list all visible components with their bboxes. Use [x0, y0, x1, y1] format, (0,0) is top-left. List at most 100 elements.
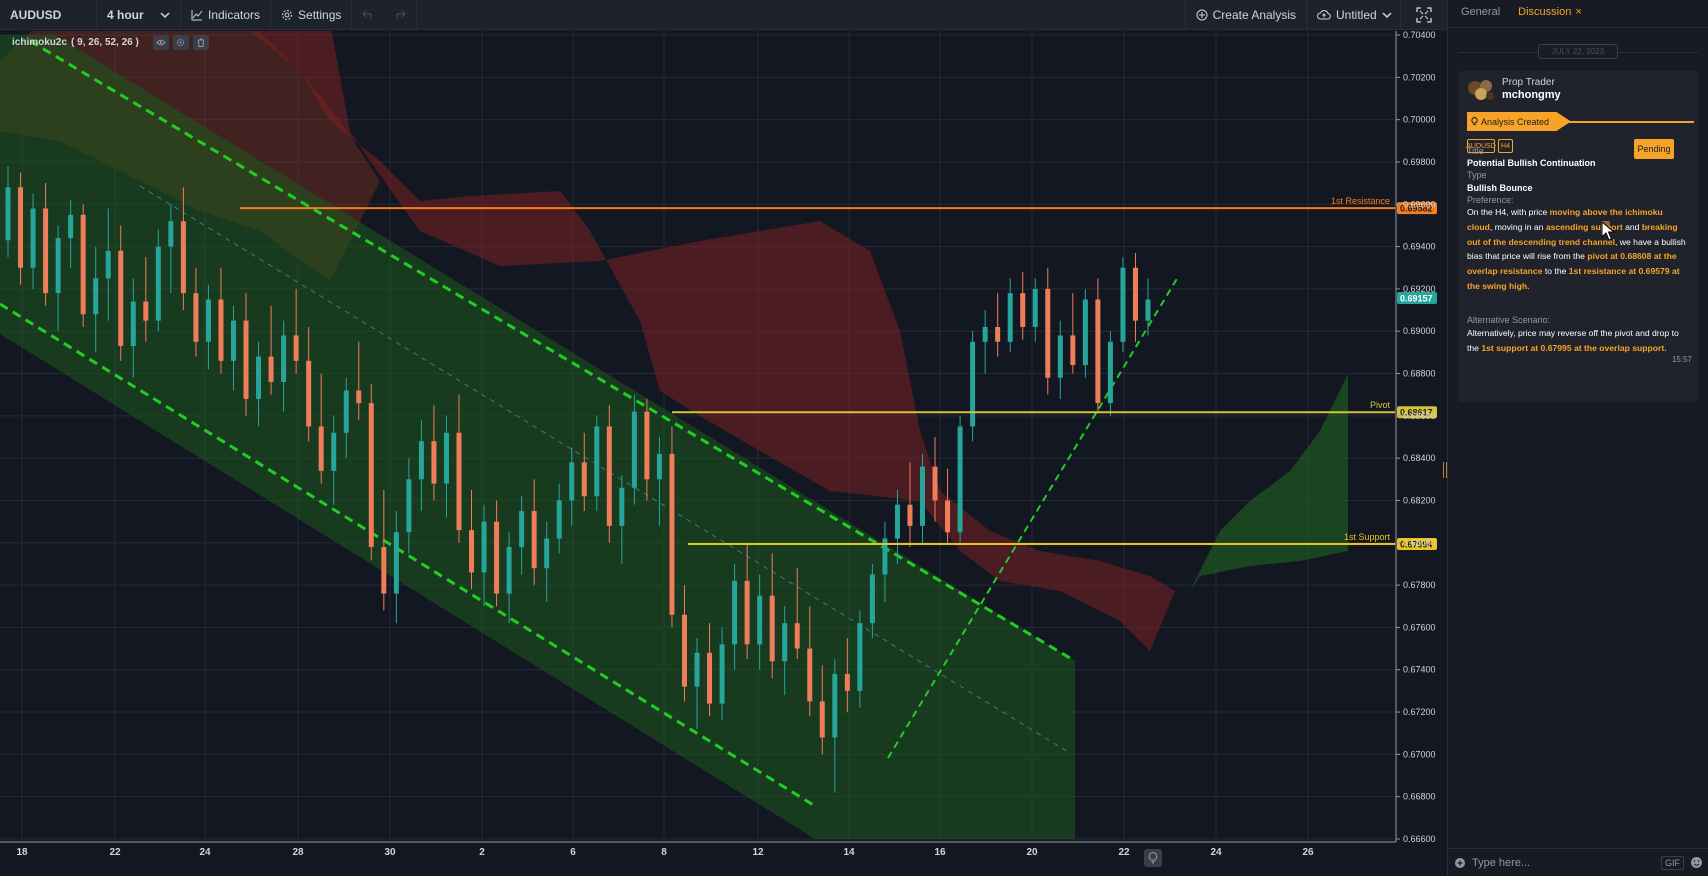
candle-body [1032, 288, 1038, 327]
y-tick-label: 0.70200 [1403, 72, 1436, 82]
candle-body [819, 701, 825, 738]
candle-body [105, 250, 111, 279]
y-tick-label: 0.70000 [1403, 115, 1436, 125]
trading-app: AUDUSD 4 hour Indicators Settings Create… [0, 0, 1708, 876]
candle-body [869, 574, 875, 624]
panel-tabs: General Discussion × [1448, 0, 1708, 28]
candle-body [368, 403, 374, 548]
candle-body [556, 500, 562, 539]
candle-body [1132, 267, 1138, 321]
candle-body [832, 673, 838, 738]
gif-button[interactable]: GIF [1661, 855, 1684, 870]
preference-part-2: , moving in an [1489, 221, 1546, 232]
candle-body [631, 411, 637, 488]
candle-body [406, 479, 412, 533]
analysis-message: Prop Trader mchongmy Analysis Created AU… [1458, 71, 1698, 402]
x-tick-label: 18 [16, 847, 28, 858]
lightbulb-icon [1471, 117, 1478, 126]
y-tick-label: 0.69200 [1403, 284, 1436, 294]
add-attachment-icon[interactable] [1454, 857, 1466, 869]
alternative-highlight-1: 1st support at 0.67995 at the overlap su… [1481, 342, 1667, 353]
indicator-params: ( 9, 26, 52, 26 ) [71, 37, 139, 48]
level-label: 1st Support [1344, 532, 1391, 542]
indicators-button[interactable]: Indicators [181, 0, 272, 30]
candle [1020, 271, 1026, 340]
x-tick-label: 2 [479, 847, 485, 858]
message-input[interactable] [1472, 856, 1655, 869]
undo-button[interactable] [352, 0, 384, 30]
candle-body [143, 301, 149, 321]
candle-body [1020, 293, 1026, 327]
x-tick-label: 14 [843, 847, 855, 858]
line-chart-icon [191, 9, 203, 21]
y-tick-label: 0.67200 [1403, 707, 1436, 717]
layout-selector[interactable]: Untitled [1307, 0, 1401, 30]
type-label: Type [1467, 170, 1487, 180]
preference-part-3: and [1622, 221, 1642, 232]
event-label: Analysis Created [1481, 116, 1550, 127]
emoji-icon[interactable] [1690, 856, 1703, 869]
candle-body [719, 644, 725, 704]
candle [1145, 278, 1151, 336]
price-chart[interactable]: 1st Resistance0.69582Pivot0.686171st Sup… [0, 31, 1447, 876]
author-name[interactable]: mchongmy [1502, 89, 1561, 101]
candle-body [1045, 288, 1051, 378]
candle-body [431, 441, 437, 484]
x-tick-label: 30 [384, 847, 396, 858]
redo-button[interactable] [384, 0, 418, 30]
candle-body [769, 595, 775, 662]
candle-body [782, 623, 788, 662]
candle-body [544, 538, 550, 569]
trash-icon[interactable] [192, 35, 209, 50]
settings-label: Settings [298, 7, 342, 22]
symbol-selector[interactable]: AUDUSD [0, 0, 97, 30]
candle-body [281, 335, 287, 382]
candle [1132, 252, 1138, 342]
symbol-label: AUDUSD [10, 7, 62, 22]
candle-body [331, 432, 337, 471]
candle-body [30, 208, 36, 268]
right-panel: General Discussion × JULY 22, 2023 Prop T… [1447, 0, 1708, 876]
timeframe-tag: H4 [1498, 139, 1513, 153]
candle-body [243, 320, 249, 399]
candle-body [130, 301, 136, 347]
settings-button[interactable]: Settings [271, 0, 353, 30]
candle [1007, 278, 1013, 353]
level-label: Pivot [1370, 400, 1391, 410]
tab-discussion[interactable]: Discussion × [1518, 6, 1582, 27]
preference-part-5: to the [1542, 266, 1569, 277]
candle [1057, 320, 1063, 399]
create-analysis-button[interactable]: Create Analysis [1186, 0, 1307, 30]
top-toolbar: AUDUSD 4 hour Indicators Settings Create… [0, 0, 1447, 30]
candle [1107, 331, 1113, 416]
interval-selector[interactable]: 4 hour [97, 0, 181, 30]
candle-body [343, 390, 349, 433]
candle-body [744, 580, 750, 645]
eye-icon[interactable] [152, 35, 169, 50]
candle-body [757, 595, 763, 645]
candle-body [807, 648, 813, 702]
preference-text: On the H4, with price moving above the i… [1467, 205, 1689, 294]
status-badge[interactable]: Pending [1634, 139, 1674, 159]
chevron-down-icon [160, 11, 170, 18]
level-label: 1st Resistance [1331, 196, 1390, 206]
candle [669, 426, 675, 628]
candle-body [256, 356, 262, 399]
candle-body [669, 453, 675, 615]
lightbulb-icon[interactable] [1144, 849, 1162, 867]
fullscreen-button[interactable] [1401, 0, 1447, 30]
indicator-name: ichimoku2c [12, 37, 68, 48]
candle-body [1007, 293, 1013, 342]
y-tick-label: 0.68000 [1403, 538, 1436, 548]
close-icon[interactable]: × [1575, 6, 1581, 18]
tab-general[interactable]: General [1461, 6, 1500, 27]
candle-body [68, 214, 74, 239]
gear-icon[interactable] [172, 35, 189, 50]
y-tick-label: 0.68800 [1403, 369, 1436, 379]
x-tick-label: 28 [292, 847, 304, 858]
candle-body [93, 278, 99, 315]
chart-area[interactable]: 1st Resistance 0.69582 Pivot 0.68617 1st Sup… [0, 31, 1447, 876]
candle-body [945, 500, 951, 533]
candle [945, 468, 951, 543]
candle-body [268, 356, 274, 382]
